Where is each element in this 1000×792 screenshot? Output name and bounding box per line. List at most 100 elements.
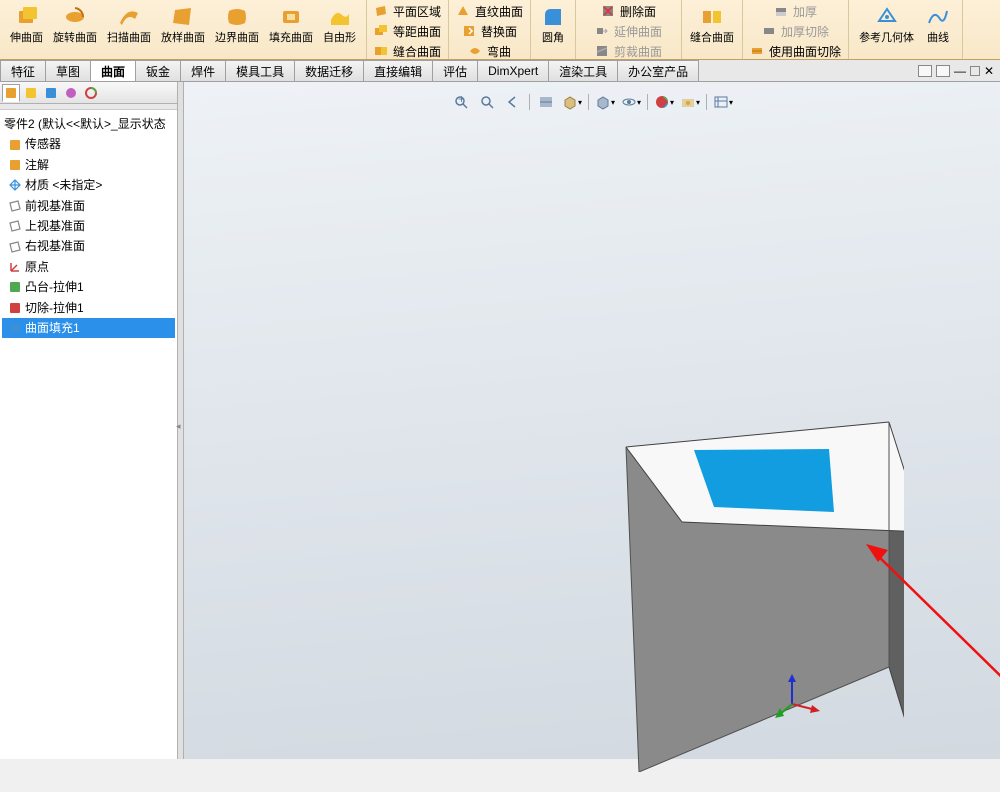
revolve-surface-icon <box>61 3 89 31</box>
tab-datamigration[interactable]: 数据迁移 <box>294 60 364 81</box>
config-manager-tab[interactable] <box>42 84 60 102</box>
fillet-button[interactable]: 圆角 <box>535 2 571 45</box>
property-manager-tab[interactable] <box>22 84 40 102</box>
svg-text:+: + <box>458 94 465 106</box>
ribbon-group-thicken: 加厚 加厚切除 使用曲面切除 <box>743 0 849 59</box>
window-maximize-icon[interactable] <box>970 66 980 76</box>
sweep-surface-button[interactable]: 扫描曲面 <box>103 2 155 45</box>
tree-item[interactable]: 传感器 <box>2 134 175 154</box>
display-style-button[interactable]: ▾ <box>595 92 615 112</box>
trim-icon <box>595 44 611 60</box>
tab-rendertools[interactable]: 渲染工具 <box>548 60 618 81</box>
tree-item-label: 凸台-拉伸1 <box>25 277 84 297</box>
tree-item[interactable]: 前视基准面 <box>2 196 175 216</box>
extrude-surface-button[interactable]: 伸曲面 <box>6 2 47 45</box>
boundary-surface-icon <box>223 3 251 31</box>
knit-icon <box>374 44 390 60</box>
tree-item[interactable]: 凸台-拉伸1 <box>2 277 175 297</box>
tab-dimxpert[interactable]: DimXpert <box>477 60 549 81</box>
tab-sketch[interactable]: 草图 <box>45 60 91 81</box>
fill-surface-button[interactable]: 填充曲面 <box>265 2 317 45</box>
planar-region-button[interactable]: 平面区域 <box>371 2 444 21</box>
orientation-triad[interactable] <box>774 672 824 722</box>
zoom-area-button[interactable] <box>477 92 497 112</box>
hide-show-button[interactable]: ▾ <box>621 92 641 112</box>
ruled-icon <box>456 4 472 20</box>
boundary-surface-button[interactable]: 边界曲面 <box>211 2 263 45</box>
tab-moldtools[interactable]: 模具工具 <box>225 60 295 81</box>
dimxpert-manager-tab[interactable] <box>62 84 80 102</box>
curves-button[interactable]: 曲线 <box>920 2 956 45</box>
tree-item-label: 原点 <box>25 257 49 277</box>
ribbon-toolbar: 伸曲面 旋转曲面 扫描曲面 放样曲面 边界曲面 填充曲面 <box>0 0 1000 60</box>
delete-face-icon <box>601 4 617 20</box>
tree-root[interactable]: 零件2 (默认<<默认>_显示状态 <box>2 114 175 134</box>
ruled-surface-button[interactable]: 直纹曲面 <box>453 2 526 21</box>
trim-surface-button[interactable]: 剪裁曲面 <box>592 42 665 61</box>
tree-item[interactable]: 注解 <box>2 155 175 175</box>
freeform-button[interactable]: 自由形 <box>319 2 360 45</box>
replace-icon <box>462 24 478 40</box>
tab-features[interactable]: 特征 <box>0 60 46 81</box>
zoom-fit-button[interactable]: + <box>451 92 471 112</box>
flex-button[interactable]: 弯曲 <box>465 42 514 61</box>
previous-view-button[interactable] <box>503 92 523 112</box>
tree-item-label: 传感器 <box>25 134 61 154</box>
thicken-button[interactable]: 加厚 <box>771 2 820 21</box>
surf-cut-icon <box>750 44 766 60</box>
knit-surface-button[interactable]: 缝合曲面 <box>371 42 444 61</box>
window-tile-icon[interactable] <box>936 65 950 77</box>
feature-manager-tab[interactable] <box>2 84 20 102</box>
annotation-arrow <box>864 532 1000 792</box>
view-settings-button[interactable]: ▾ <box>713 92 733 112</box>
section-view-button[interactable] <box>536 92 556 112</box>
command-tab-bar: 特征 草图 曲面 钣金 焊件 模具工具 数据迁移 直接编辑 评估 DimXper… <box>0 60 1000 82</box>
tab-surfaces[interactable]: 曲面 <box>90 60 136 81</box>
material-icon <box>8 178 22 192</box>
thicken-icon <box>774 4 790 20</box>
window-cascade-icon[interactable] <box>918 65 932 77</box>
model-cube[interactable] <box>604 402 904 772</box>
surface-fill-icon <box>8 321 22 335</box>
tab-weldments[interactable]: 焊件 <box>180 60 226 81</box>
window-close-icon[interactable]: ✕ <box>984 64 994 78</box>
surface-cut-button[interactable]: 使用曲面切除 <box>747 42 844 61</box>
edit-appearance-button[interactable]: ▾ <box>654 92 674 112</box>
tree-item-label: 上视基准面 <box>25 216 85 236</box>
fillet-icon <box>539 3 567 31</box>
knit-large-button[interactable]: 缝合曲面 <box>686 2 738 45</box>
tab-office[interactable]: 办公室产品 <box>617 60 699 81</box>
tree-item[interactable]: 曲面填充1 <box>2 318 175 338</box>
thicken-cut-button[interactable]: 加厚切除 <box>759 22 832 41</box>
view-orientation-button[interactable]: ▾ <box>562 92 582 112</box>
tree-item[interactable]: 右视基准面 <box>2 236 175 256</box>
tab-evaluate[interactable]: 评估 <box>432 60 478 81</box>
plane-icon <box>8 240 22 254</box>
tree-item-label: 前视基准面 <box>25 196 85 216</box>
tree-item[interactable]: 原点 <box>2 257 175 277</box>
apply-scene-button[interactable]: ▾ <box>680 92 700 112</box>
loft-surface-button[interactable]: 放样曲面 <box>157 2 209 45</box>
tab-sheetmetal[interactable]: 钣金 <box>135 60 181 81</box>
graphics-viewport[interactable]: + ▾ ▾ ▾ ▾ ▾ ▾ <box>184 82 1000 759</box>
fill-surface-icon <box>277 3 305 31</box>
heads-up-toolbar: + ▾ ▾ ▾ ▾ ▾ ▾ <box>449 90 735 114</box>
tab-directedit[interactable]: 直接编辑 <box>363 60 433 81</box>
tree-item-label: 曲面填充1 <box>25 318 80 338</box>
offset-surface-button[interactable]: 等距曲面 <box>371 22 444 41</box>
revolve-surface-button[interactable]: 旋转曲面 <box>49 2 101 45</box>
window-minimize-icon[interactable]: — <box>954 64 966 78</box>
extend-surface-button[interactable]: 延伸曲面 <box>592 22 665 41</box>
curves-icon <box>924 3 952 31</box>
tree-item[interactable]: 上视基准面 <box>2 216 175 236</box>
tree-item[interactable]: 切除-拉伸1 <box>2 298 175 318</box>
delete-face-button[interactable]: 删除面 <box>598 2 659 21</box>
thick-cut-icon <box>762 24 778 40</box>
tree-item[interactable]: 材质 <未指定> <box>2 175 175 195</box>
ribbon-group-ruled: 直纹曲面 替换面 弯曲 <box>449 0 531 59</box>
display-manager-tab[interactable] <box>82 84 100 102</box>
ref-geometry-button[interactable]: 参考几何体 <box>855 2 918 45</box>
ribbon-group-planar: 平面区域 等距曲面 缝合曲面 <box>367 0 449 59</box>
extrude-surface-icon <box>13 3 41 31</box>
replace-face-button[interactable]: 替换面 <box>459 22 520 41</box>
